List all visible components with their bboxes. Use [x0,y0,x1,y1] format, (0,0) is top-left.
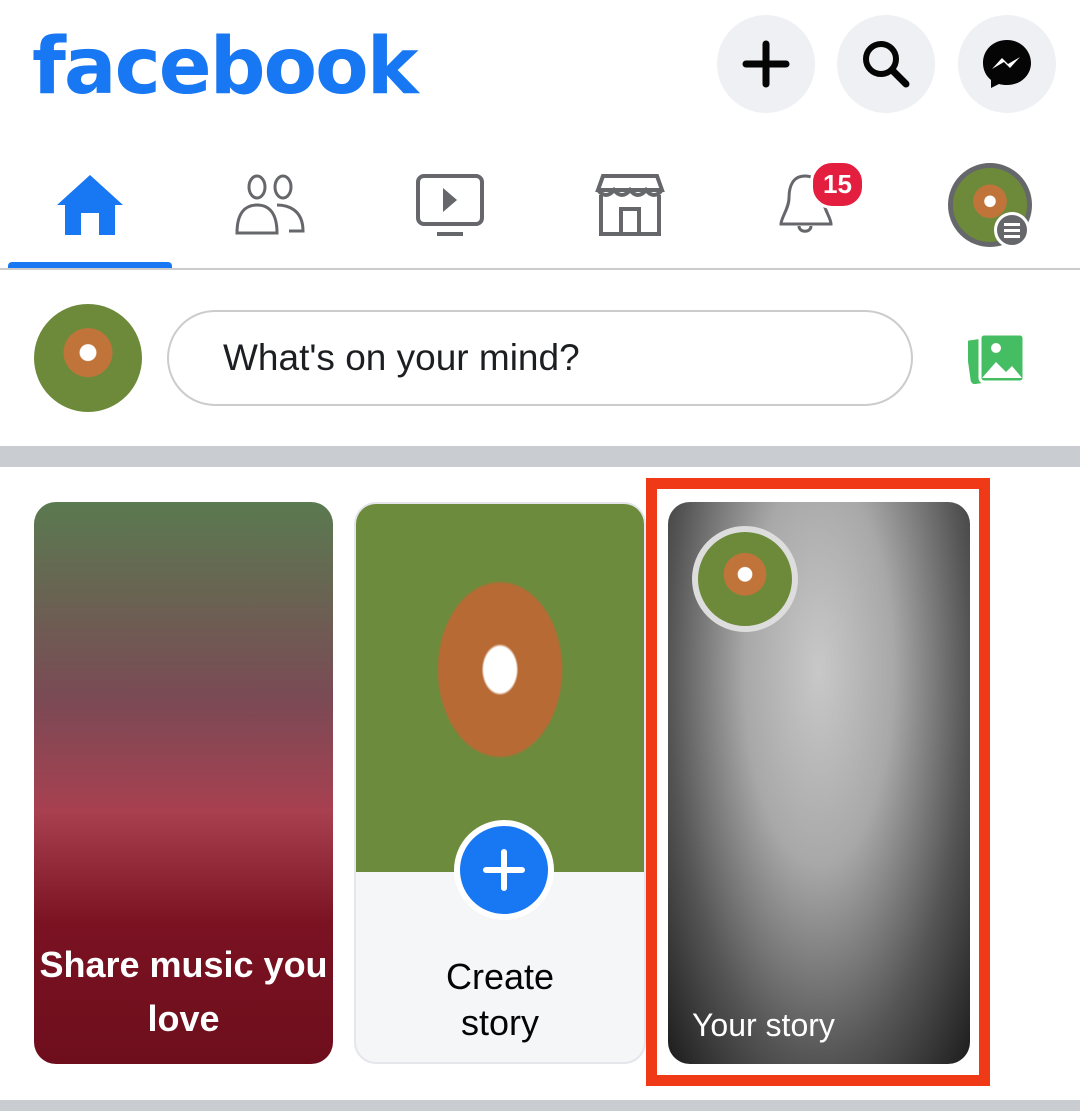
plus-icon [483,849,525,891]
create-story-card[interactable]: Create story [354,502,646,1064]
messenger-icon [983,40,1031,88]
search-icon [863,41,910,88]
search-button[interactable] [837,15,935,113]
marketplace-icon [595,174,665,236]
story-label: Share music you love [39,944,328,1039]
story-label: Create story [445,956,555,1043]
divider [0,268,1080,270]
tab-home[interactable] [0,150,180,260]
menu-icon [994,212,1030,248]
create-button[interactable] [717,15,815,113]
tab-menu[interactable] [900,150,1080,260]
watch-icon [416,174,484,236]
tab-notifications[interactable] [720,150,900,260]
tab-friends[interactable] [180,150,360,260]
composer-avatar[interactable] [34,304,142,412]
friends-icon [235,174,305,235]
facebook-logo[interactable]: facebook [32,22,419,112]
messenger-button[interactable] [958,15,1056,113]
add-story-button[interactable] [454,820,554,920]
section-separator [0,1100,1080,1111]
story-photo [356,504,644,872]
tab-watch[interactable] [360,150,540,260]
photo-icon [965,332,1026,385]
plus-icon [742,40,790,88]
highlight-frame [646,478,990,1086]
notification-badge: 15 [810,160,865,209]
tab-marketplace[interactable] [540,150,720,260]
story-card-share-music[interactable]: Share music you love [34,502,333,1064]
section-separator [0,446,1080,467]
status-input[interactable]: What's on your mind? [167,310,913,406]
photo-button[interactable] [965,332,1026,389]
home-icon [57,175,123,235]
status-placeholder: What's on your mind? [223,337,580,378]
